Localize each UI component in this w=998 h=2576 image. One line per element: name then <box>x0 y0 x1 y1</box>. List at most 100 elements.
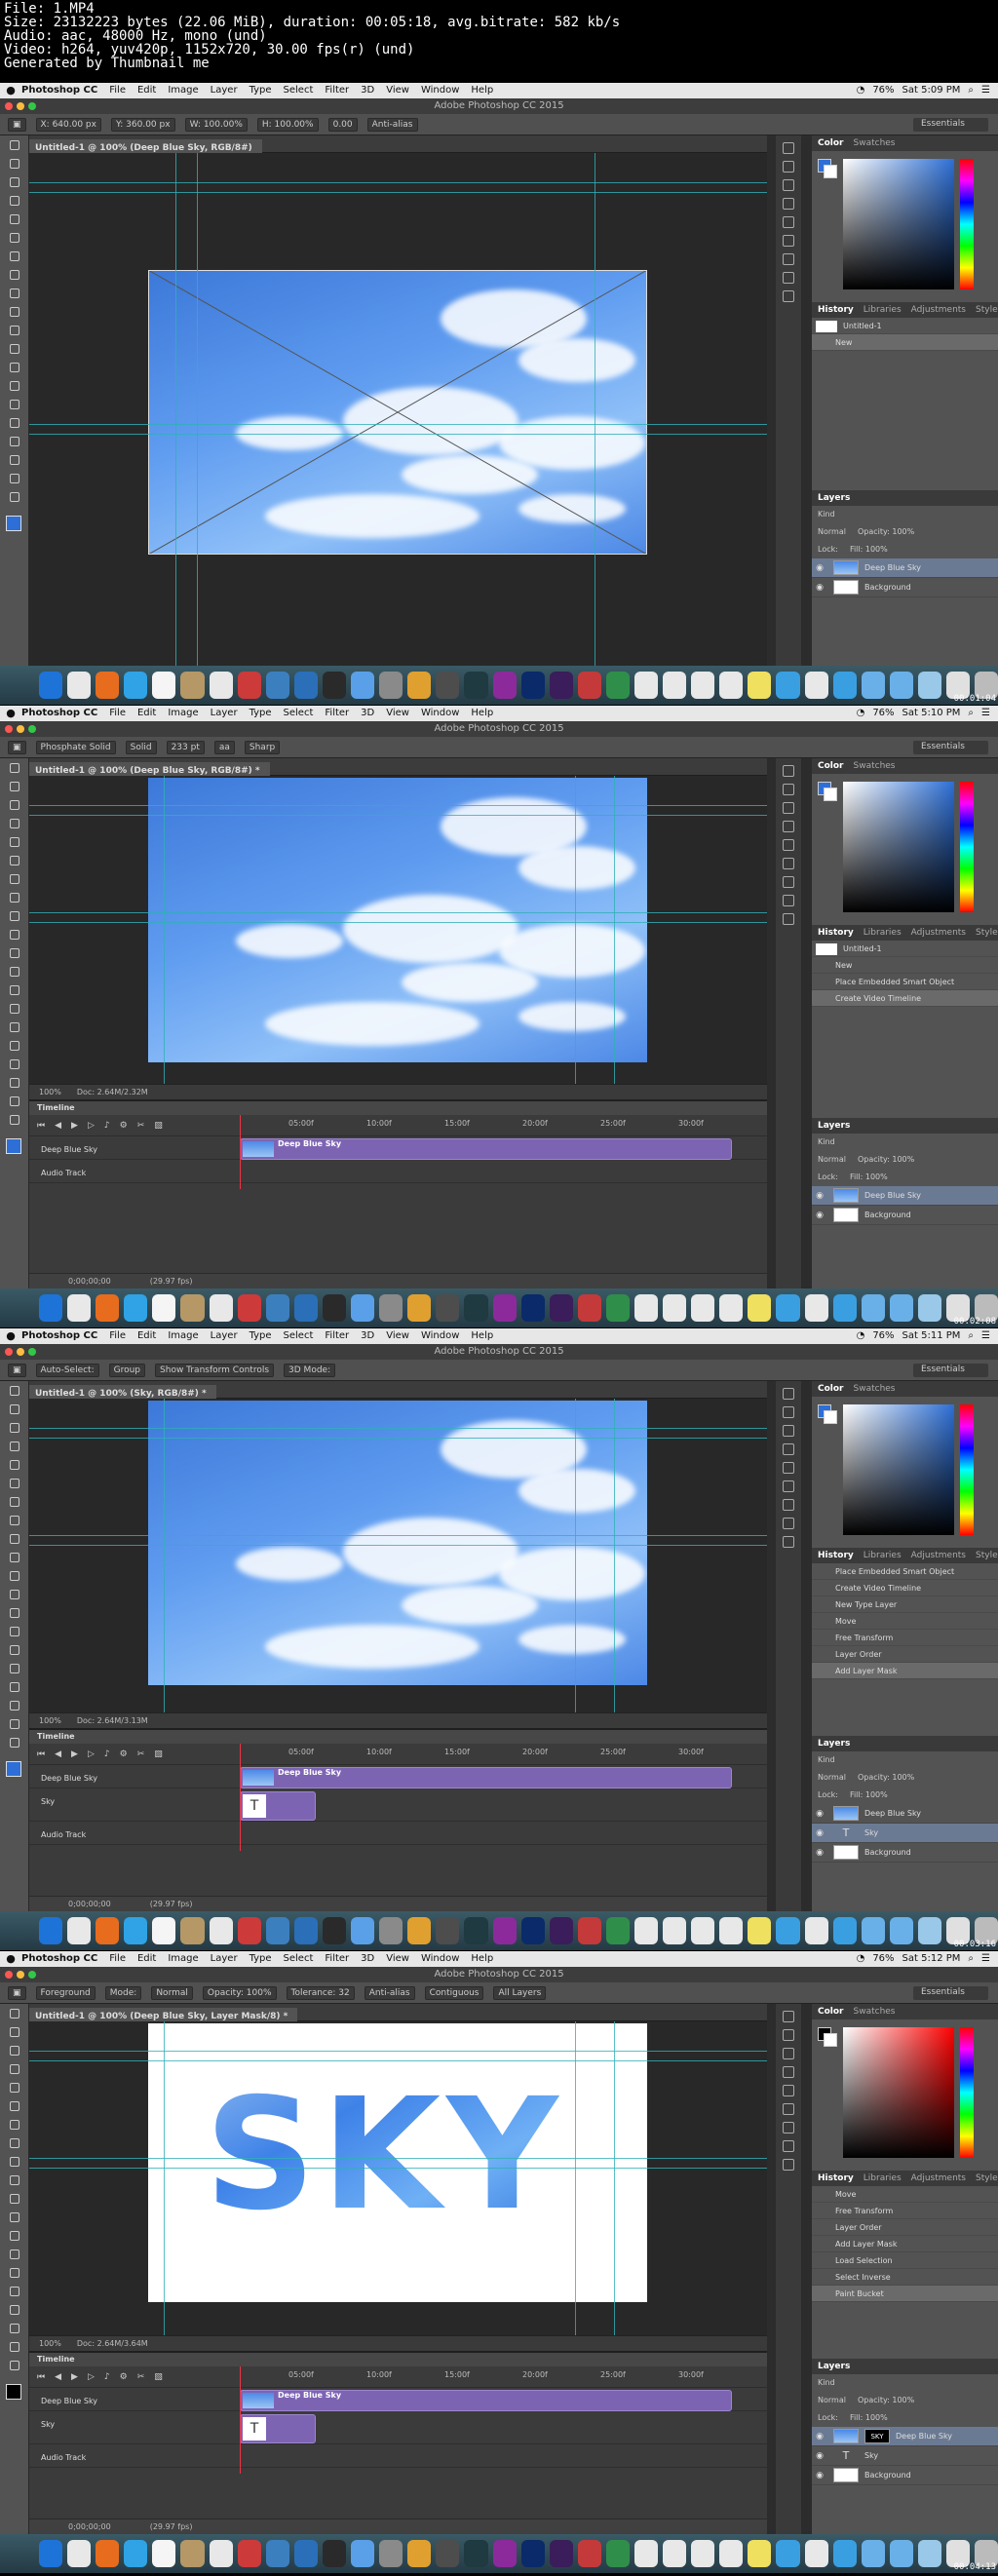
blur-tool-icon[interactable] <box>0 2226 29 2245</box>
dock-app-icon[interactable] <box>39 672 63 699</box>
transform-bounding-box[interactable] <box>148 270 647 555</box>
marquee-tool-icon[interactable] <box>0 1400 29 1418</box>
menu-item-edit[interactable]: Edit <box>137 1328 156 1344</box>
dock-app-icon[interactable] <box>748 1294 772 1322</box>
first-frame-icon[interactable]: ⏮ <box>37 1121 45 1131</box>
menu-item-window[interactable]: Window <box>421 1951 459 1967</box>
eyedropper-tool-icon[interactable] <box>0 228 29 247</box>
zoom-tool-icon[interactable] <box>0 487 29 506</box>
prev-frame-icon[interactable]: ◀ <box>55 1749 61 1759</box>
blend-mode-select[interactable]: Normal <box>818 1769 846 1787</box>
eraser-tool-icon[interactable] <box>0 321 29 339</box>
history-brush-tool-icon[interactable] <box>0 925 29 943</box>
option-field[interactable]: Opacity: 100% <box>202 1985 277 2000</box>
notification-icon[interactable]: ☰ <box>981 1328 990 1344</box>
menu-item-filter[interactable]: Filter <box>325 1328 349 1344</box>
dock-app-icon[interactable] <box>577 672 601 699</box>
quick-select-tool-icon[interactable] <box>0 814 29 832</box>
dock-app-icon[interactable] <box>124 1294 148 1322</box>
opacity-field[interactable]: Opacity: 100% <box>858 2392 914 2409</box>
dock-app-icon[interactable] <box>322 672 347 699</box>
eyedropper-tool-icon[interactable] <box>0 1474 29 1492</box>
dock-app-icon[interactable] <box>549 672 573 699</box>
prev-frame-icon[interactable]: ◀ <box>55 1121 61 1131</box>
dodge-tool-icon[interactable] <box>0 376 29 395</box>
menu-item-filter[interactable]: Filter <box>325 706 349 721</box>
option-field[interactable]: 0.00 <box>327 117 358 132</box>
dock-app-icon[interactable] <box>152 1917 176 1944</box>
zoom-level[interactable]: 100% <box>39 1088 61 1096</box>
prev-frame-icon[interactable]: ◀ <box>55 2372 61 2382</box>
track-name[interactable]: Sky <box>29 2413 234 2437</box>
wifi-icon[interactable]: ◔ <box>857 1328 865 1344</box>
panel-tab[interactable]: Libraries <box>864 302 902 318</box>
paths-icon[interactable] <box>783 2159 794 2171</box>
dock-app-icon[interactable] <box>39 2540 63 2567</box>
character-icon[interactable] <box>783 235 794 247</box>
next-frame-icon[interactable]: ▷ <box>88 2372 95 2382</box>
panel-tab[interactable]: History <box>818 925 854 941</box>
dock-app-icon[interactable] <box>889 672 913 699</box>
gradient-tool-icon[interactable] <box>0 1585 29 1603</box>
dock-app-icon[interactable] <box>67 672 92 699</box>
panel-tab[interactable]: Styles <box>976 925 998 941</box>
dock-app-icon[interactable] <box>124 1917 148 1944</box>
split-icon[interactable]: ✂ <box>137 2372 145 2382</box>
properties-icon[interactable] <box>783 2029 794 2041</box>
background-color[interactable] <box>824 1410 837 1424</box>
option-field[interactable]: X: 640.00 px <box>35 117 101 132</box>
layer-row[interactable]: ◉ Background <box>812 1206 998 1225</box>
lasso-tool-icon[interactable] <box>0 173 29 191</box>
dock-app-icon[interactable] <box>322 1917 347 1944</box>
wifi-icon[interactable]: ◔ <box>857 83 865 98</box>
history-step[interactable]: Place Embedded Smart Object <box>812 974 998 990</box>
blend-mode-select[interactable]: Normal <box>818 1151 846 1169</box>
visibility-eye-icon[interactable]: ◉ <box>812 2466 827 2485</box>
menu-item-select[interactable]: Select <box>284 706 314 721</box>
pen-tool-icon[interactable] <box>0 1640 29 1659</box>
dock-app-icon[interactable] <box>577 2540 601 2567</box>
menu-item-window[interactable]: Window <box>421 1328 459 1344</box>
visibility-eye-icon[interactable]: ◉ <box>812 1206 827 1225</box>
quick-select-tool-icon[interactable] <box>0 191 29 210</box>
app-menu[interactable]: Photoshop CC <box>21 1328 97 1344</box>
history-brush-tool-icon[interactable] <box>0 2171 29 2189</box>
dock-app-icon[interactable] <box>663 672 687 699</box>
visibility-eye-icon[interactable]: ◉ <box>812 578 827 597</box>
dock-app-icon[interactable] <box>96 2540 120 2567</box>
brush-tool-icon[interactable] <box>0 2134 29 2152</box>
zoom-button[interactable] <box>28 102 36 110</box>
lasso-tool-icon[interactable] <box>0 1418 29 1437</box>
option-field[interactable]: Solid <box>125 740 157 754</box>
type-tool-icon[interactable] <box>0 1659 29 1677</box>
option-field[interactable]: Auto-Select: <box>35 1363 99 1377</box>
wifi-icon[interactable]: ◔ <box>857 706 865 721</box>
dock-app-icon[interactable] <box>293 672 318 699</box>
layer-kind-filter[interactable]: Kind <box>818 2374 835 2392</box>
clone-tool-icon[interactable] <box>0 1529 29 1548</box>
panel-tab[interactable]: Adjustments <box>911 2171 966 2186</box>
dock-app-icon[interactable] <box>351 2540 375 2567</box>
history-step[interactable]: Free Transform <box>812 2203 998 2219</box>
dock-app-icon[interactable] <box>96 672 120 699</box>
menu-item-image[interactable]: Image <box>168 1951 198 1967</box>
shape-tool-icon[interactable] <box>0 450 29 469</box>
menu-item-view[interactable]: View <box>386 1328 409 1344</box>
gradient-tool-icon[interactable] <box>0 339 29 358</box>
option-field[interactable]: Foreground <box>35 1985 96 2000</box>
spotlight-icon[interactable]: ⌕ <box>968 83 974 98</box>
gradient-tool-icon[interactable] <box>0 962 29 980</box>
notification-icon[interactable]: ☰ <box>981 1951 990 1967</box>
dock-app-icon[interactable] <box>549 1294 573 1322</box>
menu-item-help[interactable]: Help <box>471 1328 493 1344</box>
panel-tab[interactable]: Adjustments <box>911 925 966 941</box>
layer-row[interactable]: ◉ T Sky <box>812 1824 998 1843</box>
layer-row[interactable]: ◉ Background <box>812 1843 998 1863</box>
visibility-eye-icon[interactable]: ◉ <box>812 2427 827 2446</box>
zoom-button[interactable] <box>28 1348 36 1356</box>
playhead[interactable] <box>240 2366 241 2474</box>
paragraph-icon[interactable] <box>783 1462 794 1474</box>
minimize-button[interactable] <box>17 725 24 733</box>
layer-name[interactable]: Background <box>864 1206 911 1225</box>
hand-tool-icon[interactable] <box>0 1714 29 1733</box>
